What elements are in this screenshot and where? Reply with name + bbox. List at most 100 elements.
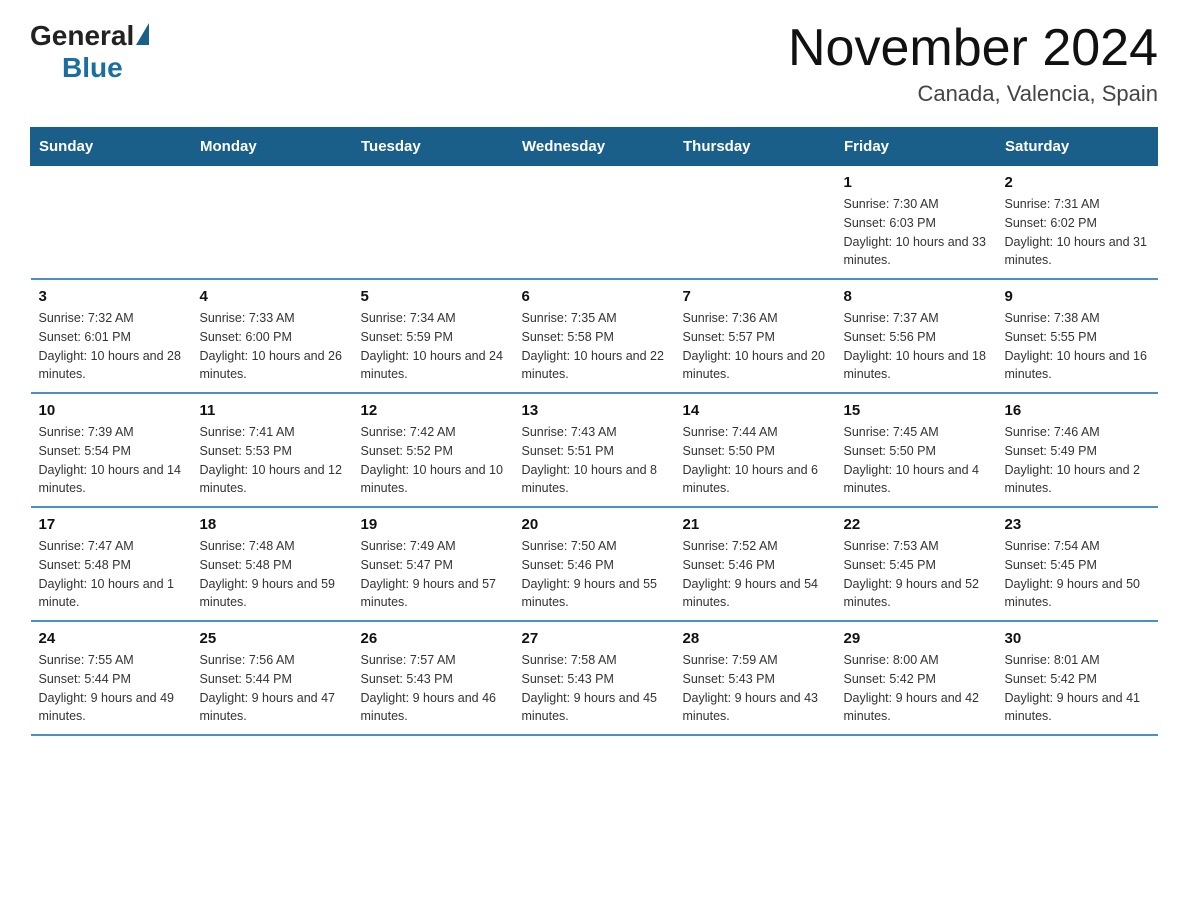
calendar-cell: 1Sunrise: 7:30 AMSunset: 6:03 PMDaylight… [836,166,997,280]
calendar-cell [675,166,836,280]
day-number: 23 [1005,516,1150,533]
day-sun-info: Sunrise: 7:42 AMSunset: 5:52 PMDaylight:… [361,423,506,498]
calendar-cell: 10 Sunrise: 7:39 AMSunset: 5:54 PMDayligh… [31,393,192,507]
day-sun-info: Sunrise: 7:45 AMSunset: 5:50 PMDaylight:… [844,423,989,498]
calendar-cell: 20Sunrise: 7:50 AMSunset: 5:46 PMDayligh… [514,507,675,621]
header-day-thursday: Thursday [675,128,836,166]
day-sun-info: Sunrise: 7:44 AMSunset: 5:50 PMDaylight:… [683,423,828,498]
calendar-cell [31,166,192,280]
day-number: 7 [683,288,828,305]
header-day-tuesday: Tuesday [353,128,514,166]
day-number: 14 [683,402,828,419]
day-number: 3 [39,288,184,305]
calendar-cell: 17Sunrise: 7:47 AMSunset: 5:48 PMDayligh… [31,507,192,621]
page-header: General Blue November 2024 Canada, Valen… [30,20,1158,107]
calendar-week-row: 24 Sunrise: 7:55 AMSunset: 5:44 PMDayligh… [31,621,1158,735]
day-sun-info: Sunrise: 7:31 AMSunset: 6:02 PMDaylight:… [1005,195,1150,270]
calendar-cell: 28 Sunrise: 7:59 AMSunset: 5:43 PMDayligh… [675,621,836,735]
day-number: 12 [361,402,506,419]
day-number: 28 [683,630,828,647]
logo-triangle-icon [136,23,149,45]
day-number: 9 [1005,288,1150,305]
day-sun-info: Sunrise: 8:01 AMSunset: 5:42 PMDaylight:… [1005,651,1150,726]
day-number: 22 [844,516,989,533]
calendar-week-row: 1Sunrise: 7:30 AMSunset: 6:03 PMDaylight… [31,166,1158,280]
day-number: 18 [200,516,345,533]
day-number: 20 [522,516,667,533]
calendar-week-row: 3 Sunrise: 7:32 AMSunset: 6:01 PMDaylight… [31,279,1158,393]
day-sun-info: Sunrise: 7:59 AMSunset: 5:43 PMDaylight:… [683,651,828,726]
calendar-cell: 3 Sunrise: 7:32 AMSunset: 6:01 PMDaylight… [31,279,192,393]
header-day-monday: Monday [192,128,353,166]
calendar-cell: 18 Sunrise: 7:48 AMSunset: 5:48 PMDayligh… [192,507,353,621]
logo-blue-text: Blue [62,52,123,84]
day-number: 16 [1005,402,1150,419]
calendar-cell: 22 Sunrise: 7:53 AMSunset: 5:45 PMDayligh… [836,507,997,621]
day-sun-info: Sunrise: 7:46 AMSunset: 5:49 PMDaylight:… [1005,423,1150,498]
calendar-cell: 14 Sunrise: 7:44 AMSunset: 5:50 PMDayligh… [675,393,836,507]
day-sun-info: Sunrise: 7:41 AMSunset: 5:53 PMDaylight:… [200,423,345,498]
day-sun-info: Sunrise: 7:36 AMSunset: 5:57 PMDaylight:… [683,309,828,384]
day-number: 17 [39,516,184,533]
header-day-sunday: Sunday [31,128,192,166]
day-sun-info: Sunrise: 7:58 AMSunset: 5:43 PMDaylight:… [522,651,667,726]
day-sun-info: Sunrise: 7:54 AMSunset: 5:45 PMDaylight:… [1005,537,1150,612]
day-number: 1 [844,174,989,191]
calendar-cell: 30Sunrise: 8:01 AMSunset: 5:42 PMDayligh… [997,621,1158,735]
day-number: 6 [522,288,667,305]
calendar-table: SundayMondayTuesdayWednesdayThursdayFrid… [30,127,1158,736]
calendar-cell: 15 Sunrise: 7:45 AMSunset: 5:50 PMDayligh… [836,393,997,507]
day-number: 25 [200,630,345,647]
day-number: 19 [361,516,506,533]
calendar-cell: 29Sunrise: 8:00 AMSunset: 5:42 PMDayligh… [836,621,997,735]
day-sun-info: Sunrise: 7:53 AMSunset: 5:45 PMDaylight:… [844,537,989,612]
calendar-cell [353,166,514,280]
calendar-cell: 5 Sunrise: 7:34 AMSunset: 5:59 PMDaylight… [353,279,514,393]
day-sun-info: Sunrise: 7:34 AMSunset: 5:59 PMDaylight:… [361,309,506,384]
day-number: 2 [1005,174,1150,191]
day-sun-info: Sunrise: 7:48 AMSunset: 5:48 PMDaylight:… [200,537,345,612]
calendar-cell: 8Sunrise: 7:37 AMSunset: 5:56 PMDaylight… [836,279,997,393]
day-sun-info: Sunrise: 7:49 AMSunset: 5:47 PMDaylight:… [361,537,506,612]
day-number: 26 [361,630,506,647]
day-number: 27 [522,630,667,647]
calendar-cell: 9 Sunrise: 7:38 AMSunset: 5:55 PMDaylight… [997,279,1158,393]
day-number: 10 [39,402,184,419]
day-sun-info: Sunrise: 7:43 AMSunset: 5:51 PMDaylight:… [522,423,667,498]
day-sun-info: Sunrise: 7:33 AMSunset: 6:00 PMDaylight:… [200,309,345,384]
day-number: 13 [522,402,667,419]
day-number: 15 [844,402,989,419]
day-sun-info: Sunrise: 7:52 AMSunset: 5:46 PMDaylight:… [683,537,828,612]
day-number: 4 [200,288,345,305]
calendar-cell: 27 Sunrise: 7:58 AMSunset: 5:43 PMDayligh… [514,621,675,735]
calendar-cell: 4 Sunrise: 7:33 AMSunset: 6:00 PMDaylight… [192,279,353,393]
calendar-cell [192,166,353,280]
day-sun-info: Sunrise: 7:38 AMSunset: 5:55 PMDaylight:… [1005,309,1150,384]
calendar-cell: 7 Sunrise: 7:36 AMSunset: 5:57 PMDaylight… [675,279,836,393]
day-number: 24 [39,630,184,647]
calendar-header-row: SundayMondayTuesdayWednesdayThursdayFrid… [31,128,1158,166]
calendar-cell: 21 Sunrise: 7:52 AMSunset: 5:46 PMDayligh… [675,507,836,621]
day-sun-info: Sunrise: 8:00 AMSunset: 5:42 PMDaylight:… [844,651,989,726]
day-sun-info: Sunrise: 7:32 AMSunset: 6:01 PMDaylight:… [39,309,184,384]
calendar-week-row: 17Sunrise: 7:47 AMSunset: 5:48 PMDayligh… [31,507,1158,621]
day-number: 5 [361,288,506,305]
calendar-cell [514,166,675,280]
calendar-month-year: November 2024 [788,20,1158,77]
calendar-cell: 25 Sunrise: 7:56 AMSunset: 5:44 PMDayligh… [192,621,353,735]
day-number: 8 [844,288,989,305]
day-number: 21 [683,516,828,533]
day-sun-info: Sunrise: 7:56 AMSunset: 5:44 PMDaylight:… [200,651,345,726]
calendar-cell: 23 Sunrise: 7:54 AMSunset: 5:45 PMDayligh… [997,507,1158,621]
day-sun-info: Sunrise: 7:55 AMSunset: 5:44 PMDaylight:… [39,651,184,726]
day-sun-info: Sunrise: 7:39 AMSunset: 5:54 PMDaylight:… [39,423,184,498]
header-day-friday: Friday [836,128,997,166]
day-sun-info: Sunrise: 7:35 AMSunset: 5:58 PMDaylight:… [522,309,667,384]
calendar-location: Canada, Valencia, Spain [788,81,1158,107]
calendar-title-block: November 2024 Canada, Valencia, Spain [788,20,1158,107]
calendar-cell: 12 Sunrise: 7:42 AMSunset: 5:52 PMDayligh… [353,393,514,507]
calendar-cell: 16 Sunrise: 7:46 AMSunset: 5:49 PMDayligh… [997,393,1158,507]
logo: General Blue [30,20,149,84]
logo-row2: Blue [32,52,123,84]
calendar-cell: 2 Sunrise: 7:31 AMSunset: 6:02 PMDaylight… [997,166,1158,280]
